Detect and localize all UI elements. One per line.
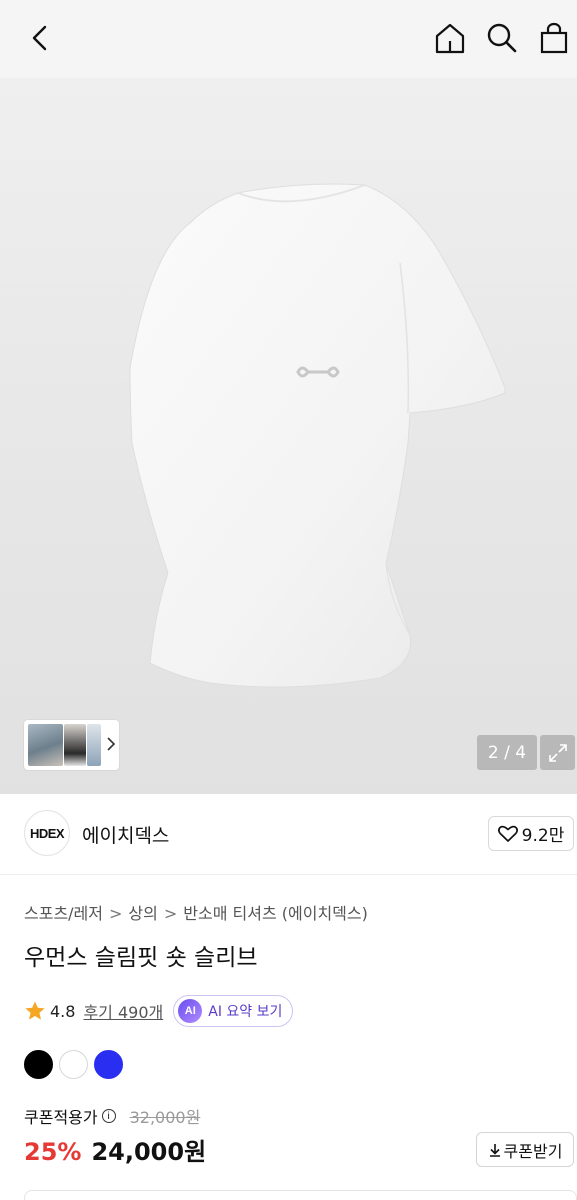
chevron-right-icon xyxy=(107,737,116,751)
price-row: 25% 24,000원 xyxy=(24,1132,206,1167)
download-icon xyxy=(489,1143,500,1157)
breadcrumb-item-type[interactable]: 반소매 티셔츠 (에이치덱스) xyxy=(183,904,368,923)
brand-row: HDEX 에이치덱스 9.2만 xyxy=(0,795,577,875)
breadcrumb-separator: > xyxy=(163,904,178,923)
bottom-card xyxy=(24,1190,577,1200)
coupon-price-row: 쿠폰적용가 i 32,000원 xyxy=(24,1104,200,1128)
search-button[interactable] xyxy=(480,16,524,60)
top-navigation-bar xyxy=(0,0,577,78)
coupon-button-label: 쿠폰받기 xyxy=(503,1141,563,1161)
thumbnail-image[interactable] xyxy=(28,724,63,766)
ai-summary-button[interactable]: AI AI 요약 보기 xyxy=(173,995,294,1027)
sale-price: 24,000원 xyxy=(91,1138,207,1166)
back-button[interactable] xyxy=(18,16,62,60)
thumbnail-strip[interactable] xyxy=(24,720,119,770)
breadcrumb: 스포츠/레저 > 상의 > 반소매 티셔츠 (에이치덱스) xyxy=(24,900,368,924)
product-image-gallery[interactable]: 2 / 4 xyxy=(0,78,577,794)
coupon-price-label: 쿠폰적용가 xyxy=(24,1108,98,1127)
heart-icon xyxy=(497,825,518,842)
color-swatch-black[interactable] xyxy=(24,1050,53,1079)
image-counter: 2 / 4 xyxy=(477,735,537,770)
color-swatch-blue[interactable] xyxy=(94,1050,123,1079)
info-icon[interactable]: i xyxy=(101,1109,116,1123)
ai-summary-label: AI 요약 보기 xyxy=(208,1004,283,1020)
chevron-left-icon xyxy=(32,25,47,51)
expand-icon xyxy=(548,743,567,762)
original-price: 32,000원 xyxy=(129,1108,201,1127)
breadcrumb-item-category[interactable]: 스포츠/레저 xyxy=(24,904,103,923)
shopping-bag-icon xyxy=(540,22,568,54)
review-count-link[interactable]: 후기 490개 xyxy=(83,999,163,1023)
expand-button[interactable] xyxy=(540,735,575,770)
thumbnail-next-button[interactable] xyxy=(104,734,118,754)
color-swatch-white[interactable] xyxy=(59,1050,88,1079)
home-button[interactable] xyxy=(428,16,472,60)
download-coupon-button[interactable]: 쿠폰받기 xyxy=(476,1132,574,1167)
star-icon xyxy=(25,1001,45,1020)
rating-value: 4.8 xyxy=(50,1001,76,1021)
thumbnail-image[interactable] xyxy=(64,724,86,766)
brand-name[interactable]: 에이치덱스 xyxy=(82,821,169,848)
breadcrumb-separator: > xyxy=(109,904,123,923)
ai-badge-icon: AI xyxy=(178,999,203,1023)
rating-row: 4.8 후기 490개 AI AI 요약 보기 xyxy=(24,995,294,1027)
brand-logo[interactable]: HDEX xyxy=(24,810,70,856)
breadcrumb-item-subcategory[interactable]: 상의 xyxy=(128,904,157,923)
like-button[interactable]: 9.2만 xyxy=(488,816,574,851)
home-icon xyxy=(435,23,465,54)
cart-button[interactable] xyxy=(532,16,576,60)
product-title: 우먼스 슬림핏 숏 슬리브 xyxy=(24,945,258,971)
like-count: 9.2만 xyxy=(521,826,565,846)
discount-rate: 25% xyxy=(24,1138,82,1166)
product-image-tshirt[interactable] xyxy=(110,173,510,703)
color-swatches xyxy=(24,1050,123,1079)
search-icon xyxy=(487,23,517,53)
thumbnail-image[interactable] xyxy=(87,724,101,766)
